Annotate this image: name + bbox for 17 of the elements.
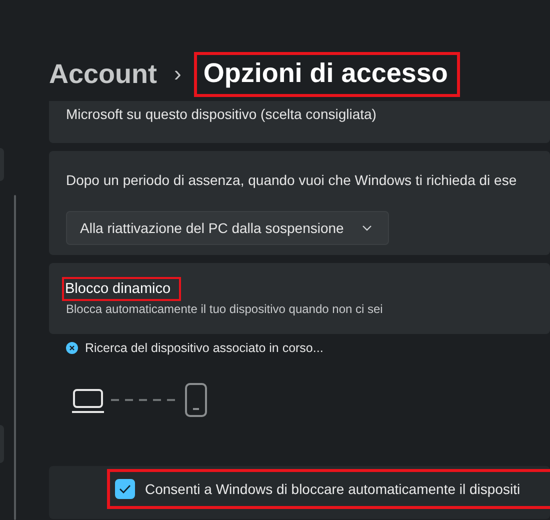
setting-text: Dopo un periodo di assenza, quando vuoi che Windows ti richieda di ese — [66, 171, 517, 189]
scrollbar[interactable] — [14, 195, 16, 520]
status-icon — [66, 342, 78, 354]
breadcrumb-separator: › — [174, 61, 182, 87]
status-text: Ricerca del dispositivo associato in corso... — [85, 341, 324, 355]
section-subtitle: Blocca automaticamente il tuo dispositivo quando non ci sei — [66, 302, 383, 316]
setting-text: Microsoft su questo dispositivo (scelta consigliata) — [66, 105, 376, 123]
phone-icon — [185, 383, 207, 417]
dropdown[interactable]: Alla riattivazione del PC dalla sospensione — [66, 211, 389, 245]
chevron-down-icon — [362, 225, 372, 231]
checkmark-icon — [119, 484, 131, 494]
checkbox[interactable] — [115, 479, 135, 499]
laptop-icon — [71, 387, 105, 413]
section-title: Blocco dinamico — [62, 277, 181, 301]
breadcrumb-link[interactable]: Account — [49, 58, 157, 90]
checkbox-label: Consenti a Windows di bloccare automaticamente il dispositi — [145, 481, 520, 497]
page-title: Opzioni di accesso — [194, 52, 460, 96]
